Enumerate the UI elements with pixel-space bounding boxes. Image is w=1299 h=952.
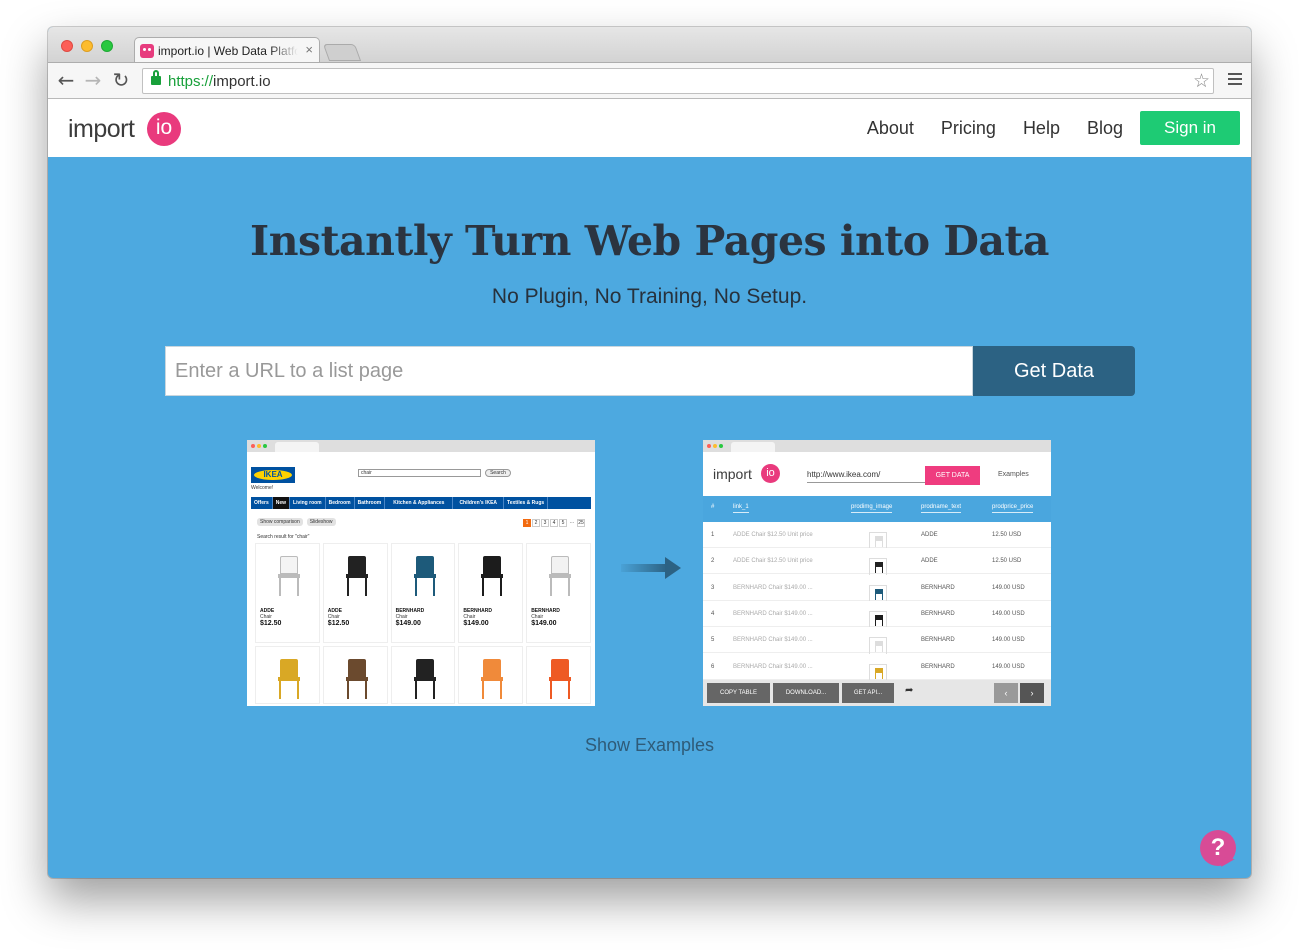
mock-logo: import <box>713 466 752 482</box>
bookmark-star-icon[interactable]: ☆ <box>1193 70 1210 93</box>
prev-page-icon: ‹ <box>994 683 1018 703</box>
mock-get-api-button: GET API... <box>842 683 894 703</box>
close-tab-icon[interactable]: × <box>305 42 313 57</box>
address-bar[interactable]: https://import.io ☆ <box>142 68 1214 94</box>
chair-image <box>413 659 436 699</box>
mock-get-data-button: GET DATA <box>925 466 980 485</box>
main-nav: About Pricing Help Blog <box>840 99 1123 157</box>
product-price: $12.50 <box>327 620 350 627</box>
ikea-pagination: 1 2 3 4 5 ... 25 <box>522 519 585 527</box>
address-url: https://import.io <box>168 73 271 90</box>
arrow-right-icon <box>621 557 683 579</box>
share-icon: ➦ <box>905 685 914 696</box>
nav-help[interactable]: Help <box>1023 118 1060 139</box>
chair-image <box>549 659 572 699</box>
ikea-result-text: Search result for "chair" <box>257 534 310 540</box>
hamburger-menu-icon[interactable] <box>1228 73 1242 87</box>
minimize-window-button[interactable] <box>81 40 93 52</box>
ikea-pills: Show comparison Slideshow <box>257 518 340 526</box>
table-row: 3 BERNHARD Chair $149.00 ... BERNHARD 149.0… <box>703 574 1051 603</box>
nav-about[interactable]: About <box>867 118 914 139</box>
mock-logo-badge: io <box>761 464 780 483</box>
product-thumbnail <box>869 558 887 577</box>
table-row: 5 BERNHARD Chair $149.00 ... BERNHARD 149.0… <box>703 627 1051 656</box>
browser-window: import.io | Web Data Platform × ← → ↻ ht… <box>48 27 1251 878</box>
forward-icon[interactable]: → <box>81 68 105 92</box>
mock-browser-bar <box>703 440 1051 452</box>
product-thumbnail <box>869 610 887 629</box>
mock-download-button: DOWNLOAD... <box>773 683 839 703</box>
product-card <box>390 646 456 704</box>
product-price: $149.00 <box>395 620 421 627</box>
table-row: 2 ADDE Chair $12.50 Unit price ADDE 12.50 U… <box>703 548 1051 577</box>
ikea-product-grid: ADDE Chair $12.50 ADDE Chair $12.50 BERNHARD Ch… <box>255 543 591 706</box>
chair-image <box>549 556 572 596</box>
nav-pricing[interactable]: Pricing <box>941 118 996 139</box>
chair-image <box>481 659 504 699</box>
new-tab-button[interactable] <box>322 44 362 61</box>
back-icon[interactable]: ← <box>54 68 78 92</box>
mock-importio-header: import io http://www.ikea.com/ GET DATA … <box>703 452 1051 496</box>
product-card <box>322 646 388 704</box>
tab-title: import.io | Web Data Platform <box>158 44 298 58</box>
product-card: BERNHARD Chair $149.00 <box>390 543 456 643</box>
url-form: Enter a URL to a list page Get Data <box>165 346 1135 396</box>
product-price: $149.00 <box>531 620 557 627</box>
mock-examples-link: Examples <box>998 471 1029 478</box>
chair-image <box>278 659 300 699</box>
ikea-page-preview[interactable]: IKEA Welcome! chair Search Offers New Li… <box>247 440 595 706</box>
lock-icon <box>151 70 161 85</box>
hero-subtitle: No Plugin, No Training, No Setup. <box>491 285 808 308</box>
product-thumbnail <box>869 584 887 603</box>
ikea-nav: Offers New Living room Bedroom Bathroom … <box>251 497 591 509</box>
mock-copy-table-button: COPY TABLE <box>707 683 770 703</box>
ikea-logo: IKEA <box>251 467 295 483</box>
ikea-search-input: chair <box>358 469 481 477</box>
zoom-window-button[interactable] <box>101 40 113 52</box>
product-card: BERNHARD Chair $149.00 <box>458 543 524 643</box>
nav-blog[interactable]: Blog <box>1087 118 1123 139</box>
product-card: ADDE Chair $12.50 <box>322 543 388 643</box>
table-row: 6 BERNHARD Chair $149.00 ... BERNHARD 149.0… <box>703 653 1051 682</box>
chair-image <box>278 556 300 596</box>
mock-table-footer: COPY TABLE DOWNLOAD... GET API... ➦ ‹ › <box>703 680 1051 706</box>
product-price: $149.00 <box>463 620 489 627</box>
mock-url-field: http://www.ikea.com/ <box>807 470 925 483</box>
chair-image <box>345 659 368 699</box>
mock-table-header: # link_1 prodimg_image prodname_text pro… <box>703 496 1051 522</box>
importio-result-preview[interactable]: import io http://www.ikea.com/ GET DATA … <box>703 440 1051 706</box>
product-thumbnail <box>869 663 887 682</box>
product-price: $12.50 <box>260 620 282 627</box>
chair-image <box>345 556 368 596</box>
mock-browser-bar <box>247 440 595 452</box>
product-thumbnail <box>869 637 887 656</box>
reload-icon[interactable]: ↻ <box>109 68 133 92</box>
chair-image <box>481 556 504 596</box>
chair-image <box>413 556 436 596</box>
ikea-search-button: Search <box>485 469 511 477</box>
tab-strip: import.io | Web Data Platform × <box>48 27 1251 63</box>
product-card <box>255 646 320 704</box>
sign-in-button[interactable]: Sign in <box>1140 111 1240 145</box>
show-examples-link[interactable]: Show Examples <box>48 735 1251 756</box>
product-thumbnail <box>869 532 887 550</box>
close-window-button[interactable] <box>61 40 73 52</box>
product-card <box>526 646 591 704</box>
browser-tab[interactable]: import.io | Web Data Platform × <box>134 37 320 63</box>
url-input[interactable]: Enter a URL to a list page <box>165 346 973 396</box>
ikea-welcome: Welcome! <box>251 485 274 491</box>
product-card <box>458 646 524 704</box>
product-card: BERNHARD Chair $149.00 <box>526 543 591 643</box>
table-row: 4 BERNHARD Chair $149.00 ... BERNHARD 149.0… <box>703 600 1051 629</box>
table-row: 1 ADDE Chair $12.50 Unit price ADDE 12.50 U… <box>703 522 1051 550</box>
help-chat-icon[interactable]: ? <box>1200 830 1236 866</box>
next-page-icon: › <box>1020 683 1044 703</box>
browser-toolbar: ← → ↻ https://import.io ☆ <box>48 62 1251 99</box>
site-header: import io About Pricing Help Blog Sign i… <box>48 99 1251 157</box>
get-data-button[interactable]: Get Data <box>973 346 1135 396</box>
product-card: ADDE Chair $12.50 <box>255 543 320 643</box>
favicon-icon <box>140 44 154 58</box>
hero-title: Instantly Turn Web Pages into Data <box>250 217 1049 265</box>
